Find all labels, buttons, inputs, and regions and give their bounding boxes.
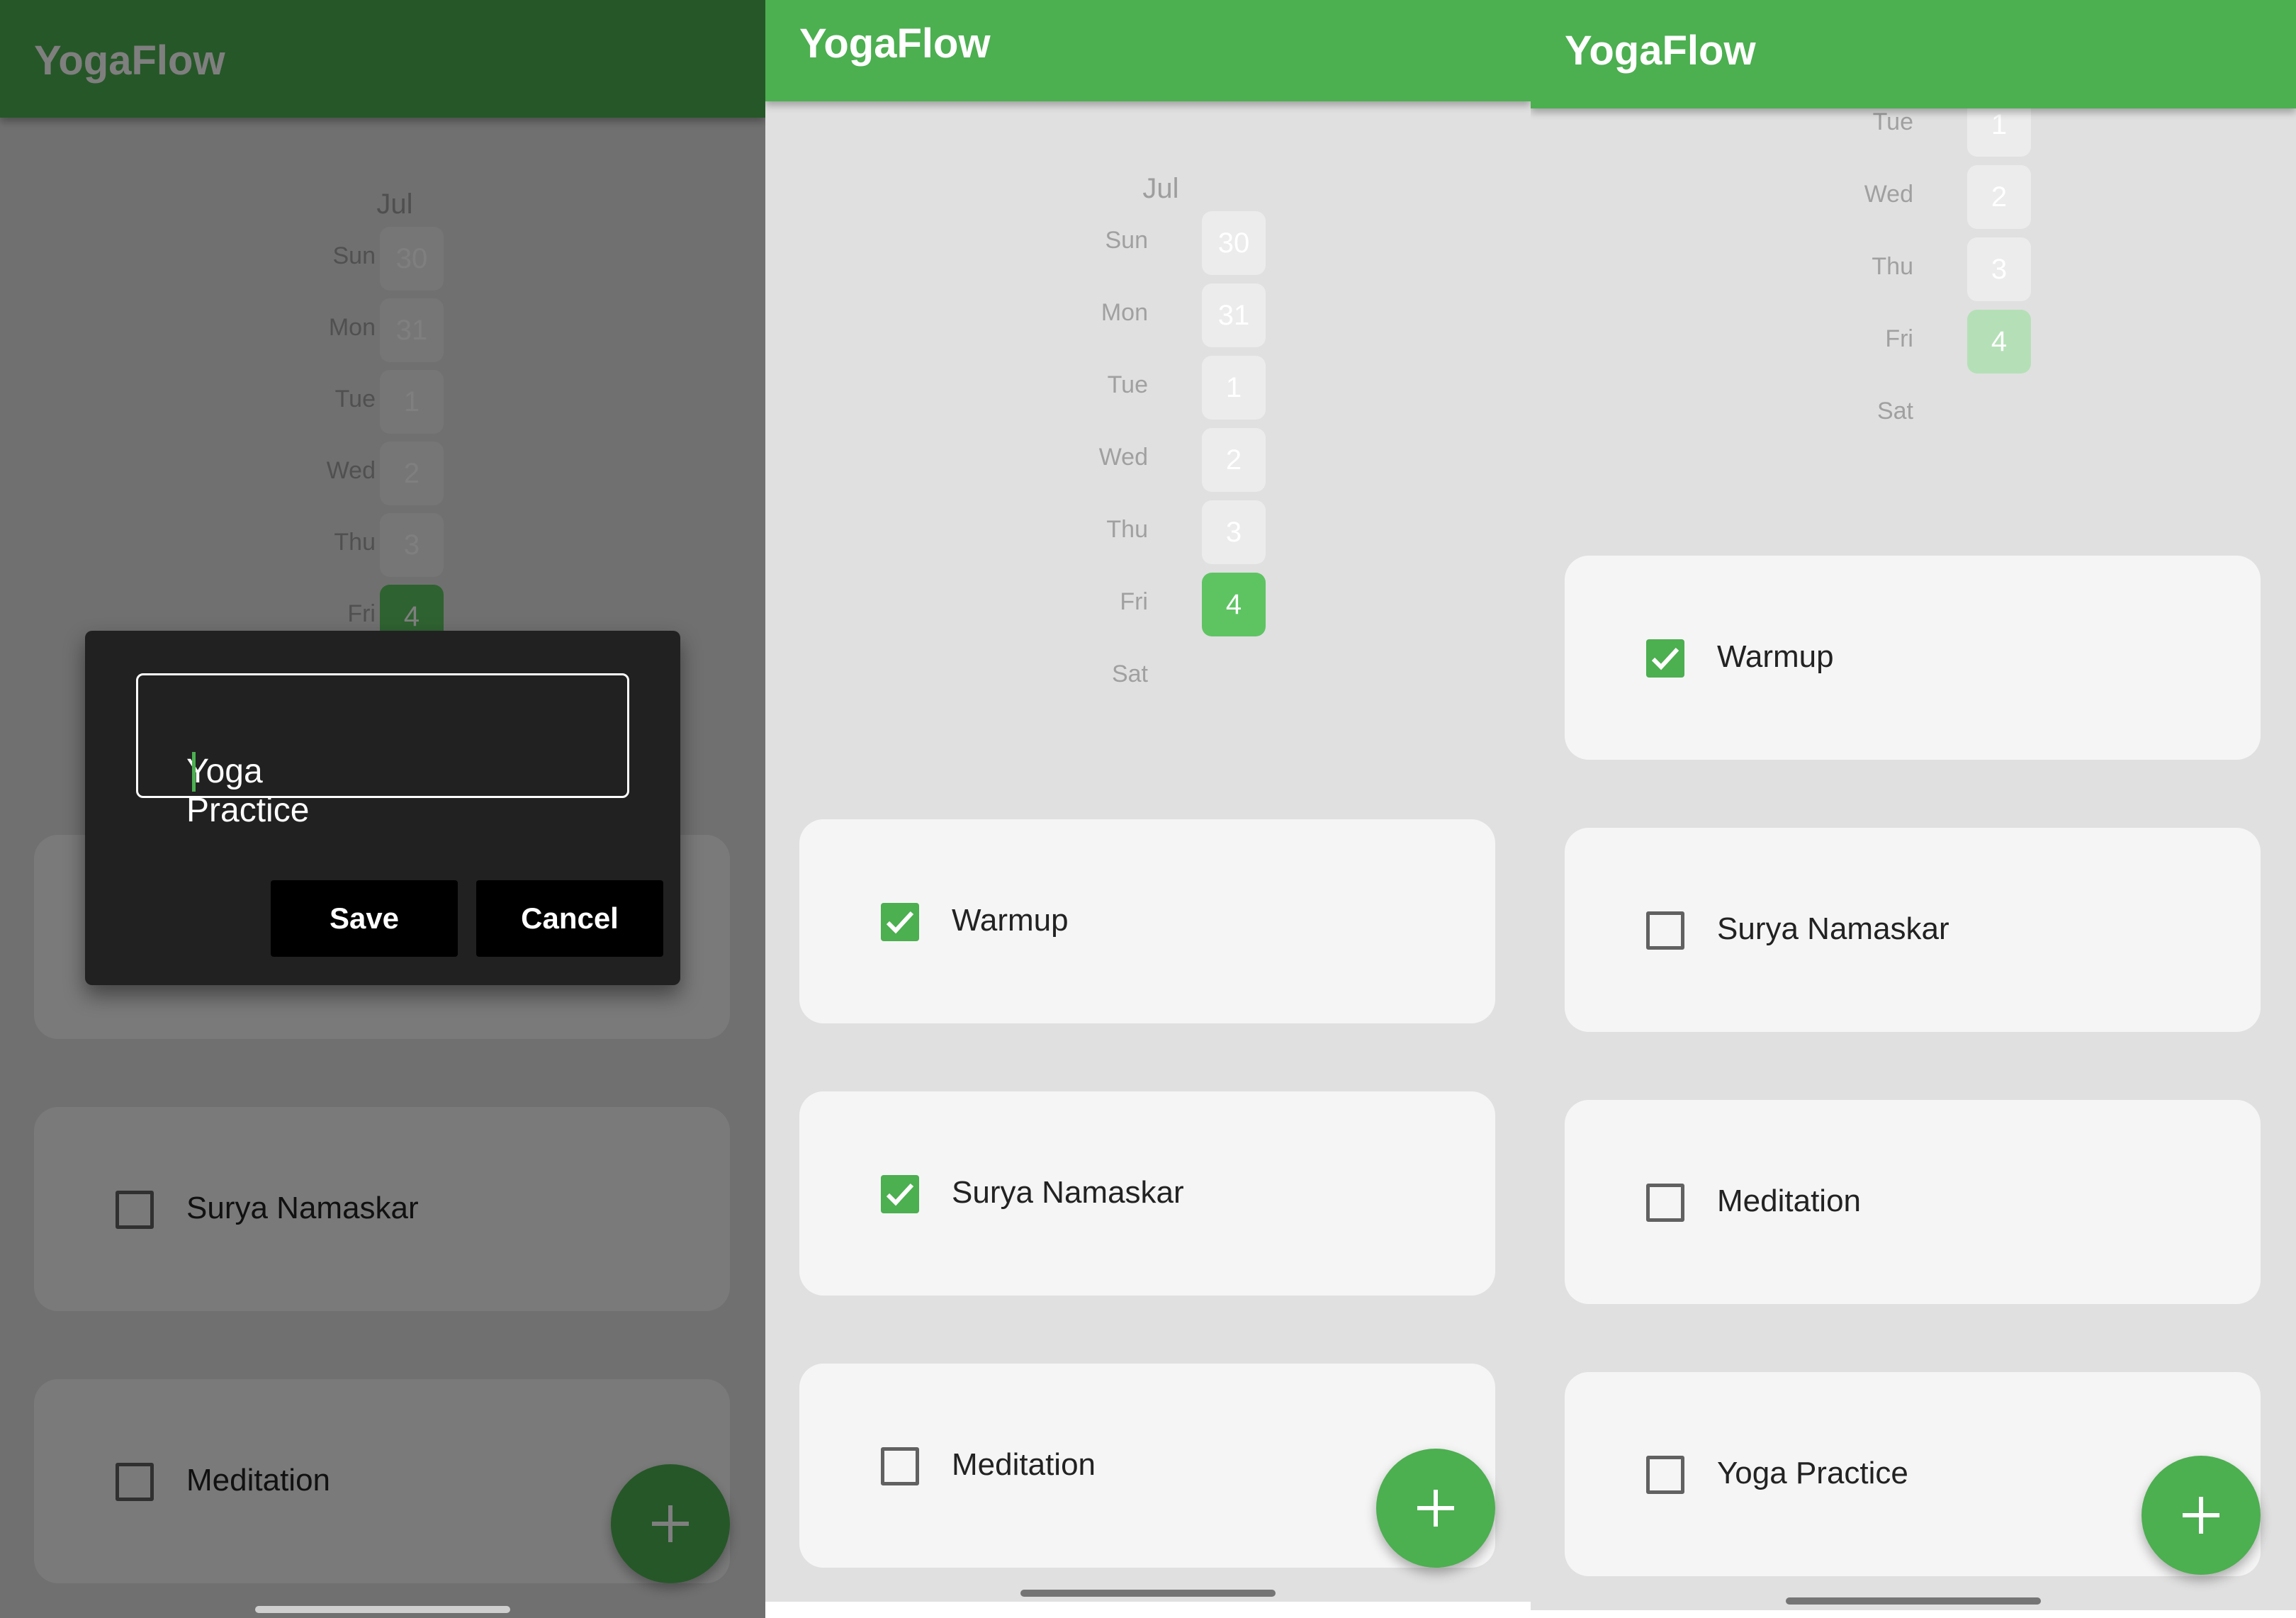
day-name: Sat xyxy=(1876,398,1913,425)
home-indicator[interactable] xyxy=(1786,1597,2041,1605)
task-label: Meditation xyxy=(1717,1184,1862,1218)
plus-icon xyxy=(1417,1490,1454,1527)
home-indicator[interactable] xyxy=(1020,1590,1276,1597)
add-task-dialog: Yoga Practice Save Cancel xyxy=(85,631,680,985)
day-number: 3 xyxy=(1967,237,2031,301)
task-checkbox[interactable] xyxy=(1646,1456,1684,1494)
day-name: Sun xyxy=(1105,227,1149,254)
screen-task-list: YogaFlow Jul Sun 30 Mon 31 Tue 1 Wed 2 T… xyxy=(765,0,1531,1602)
task-name-input[interactable]: Yoga Practice xyxy=(136,673,629,829)
text-cursor xyxy=(192,752,196,792)
calendar-day-sun[interactable]: Sun 30 xyxy=(1063,211,1276,275)
app-bar: YogaFlow xyxy=(765,0,1531,101)
calendar-day-thu[interactable]: Thu 3 xyxy=(1063,500,1276,564)
calendar-day-fri[interactable]: Fri 4 xyxy=(1063,573,1276,636)
day-name: Thu xyxy=(1106,516,1148,543)
day-name: Mon xyxy=(1101,299,1148,326)
app-bar: YogaFlow xyxy=(1531,0,2296,108)
day-name: Fri xyxy=(1885,325,1913,352)
task-label: Warmup xyxy=(952,903,1069,938)
check-icon xyxy=(886,1183,914,1206)
day-number: 3 xyxy=(1202,500,1266,564)
calendar-day-wed[interactable]: Wed 2 xyxy=(1828,165,2041,229)
task-label: Warmup xyxy=(1717,639,1834,674)
day-number: 2 xyxy=(1202,428,1266,492)
task-card[interactable]: Warmup xyxy=(799,819,1495,1023)
task-checkbox[interactable] xyxy=(1646,1184,1684,1222)
task-label: Yoga Practice xyxy=(1717,1456,1908,1490)
task-card[interactable]: Surya Namaskar xyxy=(799,1091,1495,1296)
calendar-day-thu[interactable]: Thu 3 xyxy=(1828,237,2041,301)
day-name: Tue xyxy=(1107,371,1148,398)
day-number: 31 xyxy=(1202,283,1266,347)
calendar-day-sat[interactable]: Sat xyxy=(1828,382,2041,446)
day-number: 2 xyxy=(1967,165,2031,229)
day-name: Fri xyxy=(1120,588,1148,615)
day-name: Tue xyxy=(1872,108,1913,135)
task-card[interactable]: Meditation xyxy=(1565,1100,2261,1304)
day-number-selected: 4 xyxy=(1202,573,1266,636)
calendar-day-tue[interactable]: Tue 1 xyxy=(1063,356,1276,420)
calendar-day-mon[interactable]: Mon 31 xyxy=(1063,283,1276,347)
add-task-button[interactable] xyxy=(2142,1456,2261,1575)
plus-icon xyxy=(2183,1497,2219,1534)
screenshot-collage: YogaFlow Jul Sun 30 Mon 31 Tue 1 Wed 2 T… xyxy=(0,0,2296,1618)
task-checkbox[interactable] xyxy=(1646,911,1684,950)
calendar-day-wed[interactable]: Wed 2 xyxy=(1063,428,1276,492)
screen-task-list-updated: YogaFlow Tue 1 Wed 2 Thu 3 Fri 4 Sat War… xyxy=(1531,0,2296,1610)
task-card[interactable]: Warmup xyxy=(1565,556,2261,760)
day-name: Wed xyxy=(1098,444,1148,471)
task-label: Surya Namaskar xyxy=(952,1175,1184,1210)
calendar-day-fri[interactable]: Fri 4 xyxy=(1828,310,2041,373)
cancel-button[interactable]: Cancel xyxy=(476,880,663,957)
day-name: Wed xyxy=(1864,181,1913,208)
check-icon xyxy=(886,911,914,934)
save-button[interactable]: Save xyxy=(271,880,458,957)
task-card[interactable]: Surya Namaskar xyxy=(1565,828,2261,1032)
task-checkbox-checked[interactable] xyxy=(881,1175,919,1213)
app-title: YogaFlow xyxy=(799,21,991,67)
day-number: 30 xyxy=(1202,211,1266,275)
task-checkbox-checked[interactable] xyxy=(881,903,919,941)
add-task-button[interactable] xyxy=(1376,1449,1495,1568)
task-checkbox-checked[interactable] xyxy=(1646,639,1684,678)
day-number: 1 xyxy=(1202,356,1266,420)
task-name-value: Yoga Practice xyxy=(186,753,310,829)
task-checkbox[interactable] xyxy=(881,1447,919,1485)
app-title: YogaFlow xyxy=(1565,28,1756,74)
task-label: Surya Namaskar xyxy=(1717,911,1949,946)
check-icon xyxy=(1651,647,1679,670)
day-number-selected: 4 xyxy=(1967,310,2031,373)
task-label: Meditation xyxy=(952,1447,1096,1482)
calendar-day-sat[interactable]: Sat xyxy=(1063,645,1276,709)
day-name: Thu xyxy=(1872,253,1913,280)
screen-add-task-dialog: YogaFlow Jul Sun 30 Mon 31 Tue 1 Wed 2 T… xyxy=(0,0,765,1618)
day-name: Sat xyxy=(1111,661,1148,687)
calendar-month: Jul xyxy=(1142,173,1179,204)
home-indicator[interactable] xyxy=(255,1606,510,1613)
